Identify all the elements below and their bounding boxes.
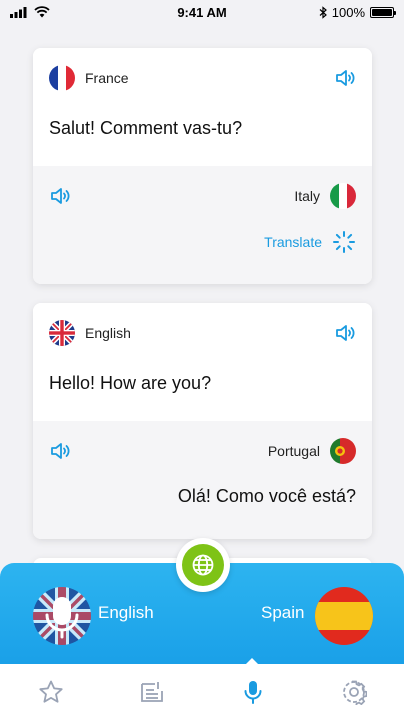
translation-card: English Hello! How are you? Portugal Olá… [33, 303, 372, 539]
italy-flag-icon [330, 183, 356, 209]
target-language[interactable]: Italy [294, 183, 356, 209]
spain-flag-icon[interactable] [315, 587, 373, 645]
wifi-icon [34, 6, 50, 18]
tab-settings[interactable] [334, 672, 374, 712]
translate-button[interactable]: Translate [264, 230, 356, 254]
globe-button[interactable] [176, 538, 230, 592]
battery-icon [370, 6, 396, 18]
target-text[interactable]: Olá! Como você está? [49, 486, 356, 507]
source-language[interactable]: France [49, 65, 129, 91]
battery-percent: 100% [331, 4, 365, 20]
speaker-icon[interactable] [334, 322, 356, 344]
card-target: Portugal Olá! Como você está? [33, 421, 372, 539]
card-source: English Hello! How are you? [33, 303, 372, 421]
gear-icon [342, 680, 367, 705]
target-language-label: Portugal [267, 443, 320, 459]
uk-flag-mic-icon[interactable] [33, 587, 91, 645]
from-language-label[interactable]: English [98, 603, 154, 623]
source-language-label: France [85, 70, 129, 86]
source-text[interactable]: Hello! How are you? [49, 373, 356, 394]
to-language-label[interactable]: Spain [261, 603, 304, 623]
target-language[interactable]: Portugal [268, 438, 356, 464]
bluetooth-icon [319, 5, 327, 19]
card-source: France Salut! Comment vas-tu? [33, 48, 372, 166]
france-flag-icon [49, 65, 75, 91]
globe-button-inner [182, 544, 224, 586]
tab-history[interactable] [132, 672, 172, 712]
speaker-icon[interactable] [49, 440, 71, 462]
tab-bar [0, 664, 404, 720]
card-target: Italy Translate [33, 166, 372, 284]
speaker-icon[interactable] [49, 185, 71, 207]
status-bar: 9:41 AM 100% [0, 0, 404, 24]
portugal-flag-icon [330, 438, 356, 464]
tab-microphone[interactable] [233, 672, 273, 712]
source-text[interactable]: Salut! Comment vas-tu? [49, 118, 356, 139]
uk-flag-icon [49, 320, 75, 346]
translate-label: Translate [264, 234, 322, 250]
status-right: 100% [319, 4, 396, 20]
speaker-icon[interactable] [334, 67, 356, 89]
microphone-icon [244, 681, 261, 704]
star-icon [38, 680, 63, 703]
tab-favorites[interactable] [31, 672, 71, 712]
text-document-icon [140, 682, 163, 702]
signal-group [10, 6, 50, 18]
translation-card: France Salut! Comment vas-tu? Italy Tran… [33, 48, 372, 284]
signal-icon [10, 6, 27, 18]
loading-spinner-icon [333, 231, 355, 253]
source-language-label: English [85, 325, 131, 341]
target-language-label: Italy [294, 188, 320, 204]
globe-icon [192, 554, 214, 576]
source-language[interactable]: English [49, 320, 131, 346]
